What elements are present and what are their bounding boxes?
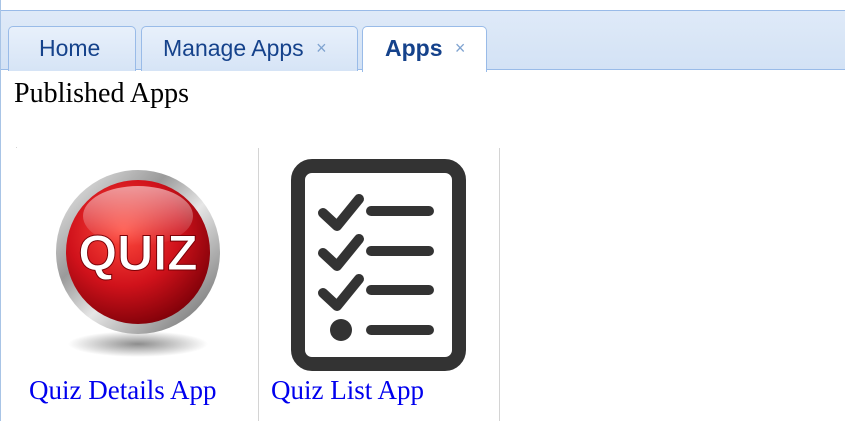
app-card-quiz-details[interactable]: QUIZ Quiz Details App bbox=[17, 148, 259, 421]
quiz-badge-text: QUIZ bbox=[78, 225, 197, 281]
page-title: Published Apps bbox=[14, 78, 190, 109]
tab-bar: Home Manage Apps × Apps × bbox=[1, 10, 845, 72]
tab-home[interactable]: Home bbox=[8, 26, 136, 71]
app-card-quiz-list[interactable]: Quiz List App bbox=[259, 148, 500, 421]
tab-home-label: Home bbox=[39, 35, 101, 61]
checklist-icon bbox=[291, 159, 466, 371]
tab-apps[interactable]: Apps × bbox=[362, 26, 487, 72]
tab-manage-apps-close-icon[interactable]: × bbox=[316, 38, 327, 59]
app-grid: QUIZ Quiz Details App Quiz List App bbox=[16, 147, 500, 421]
tab-apps-close-icon[interactable]: × bbox=[455, 38, 466, 59]
tab-manage-apps-label: Manage Apps bbox=[163, 35, 304, 61]
tab-manage-apps[interactable]: Manage Apps × bbox=[141, 26, 358, 71]
app-link-quiz-list[interactable]: Quiz List App bbox=[271, 375, 424, 406]
tab-apps-label: Apps bbox=[385, 35, 443, 61]
app-link-quiz-details[interactable]: Quiz Details App bbox=[29, 375, 216, 406]
quiz-badge-icon: QUIZ bbox=[43, 164, 233, 364]
app-window: Home Manage Apps × Apps × Published Apps bbox=[0, 0, 845, 421]
